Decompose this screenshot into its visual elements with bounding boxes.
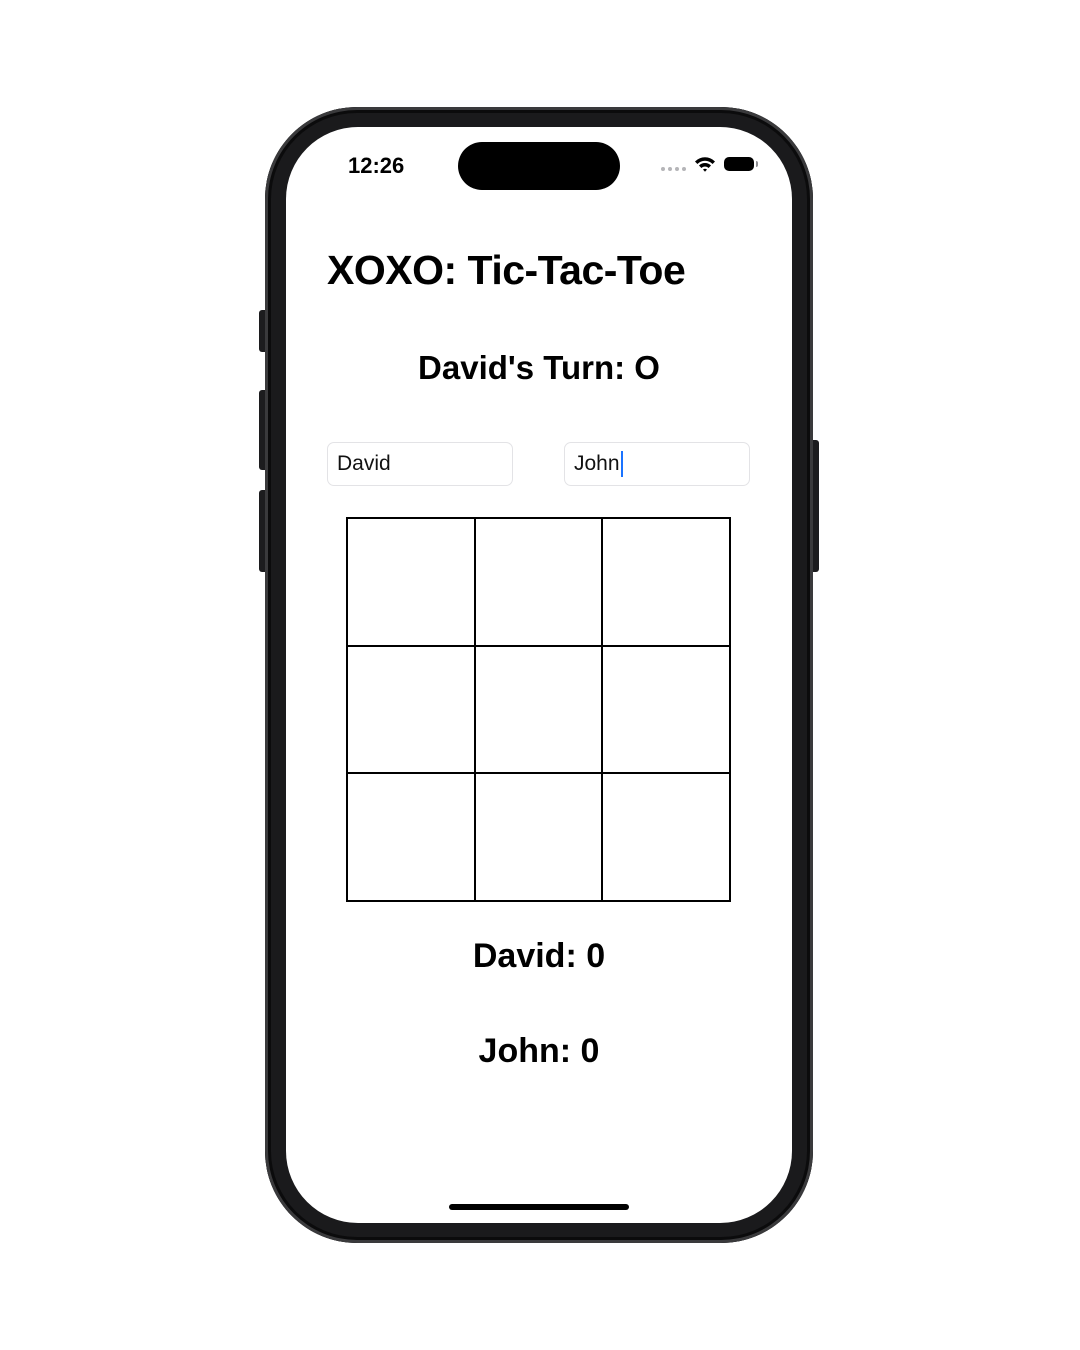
- board-cell-7[interactable]: [347, 773, 475, 901]
- player1-score: David: 0: [472, 937, 606, 975]
- player1-name-value: David: [337, 452, 391, 475]
- battery-icon: [724, 156, 758, 171]
- board-cell-9[interactable]: [602, 773, 730, 901]
- home-indicator[interactable]: [449, 1204, 629, 1210]
- dynamic-island: [458, 142, 620, 190]
- player2-name-field[interactable]: John: [564, 442, 750, 486]
- board-cell-8[interactable]: [474, 773, 603, 901]
- board-cell-6[interactable]: [602, 645, 730, 774]
- app-title: XOXO: Tic-Tac-Toe: [327, 247, 686, 293]
- text-cursor: [620, 451, 623, 477]
- player2-score: John: 0: [478, 1032, 600, 1070]
- player1-name-field[interactable]: David: [327, 442, 513, 486]
- player2-name-value: John: [574, 452, 620, 475]
- stage: 12:26 XOXO: Tic-Tac-Toe David's Turn: O …: [0, 0, 1080, 1350]
- wifi-icon: [695, 156, 715, 172]
- board-cell-1[interactable]: [347, 518, 475, 646]
- board-cell-3[interactable]: [602, 518, 730, 646]
- status-time: 12:26: [348, 153, 405, 178]
- phone-screen: 12:26 XOXO: Tic-Tac-Toe David's Turn: O …: [286, 127, 792, 1223]
- board-cell-2[interactable]: [474, 518, 603, 646]
- board-cell-5[interactable]: [474, 645, 603, 774]
- phone-frame: 12:26 XOXO: Tic-Tac-Toe David's Turn: O …: [265, 107, 813, 1243]
- game-board: [346, 517, 731, 902]
- board-cell-4[interactable]: [347, 645, 475, 774]
- status-icons: [661, 155, 758, 172]
- cellular-signal-icon: [661, 155, 686, 172]
- turn-indicator: David's Turn: O: [418, 349, 660, 386]
